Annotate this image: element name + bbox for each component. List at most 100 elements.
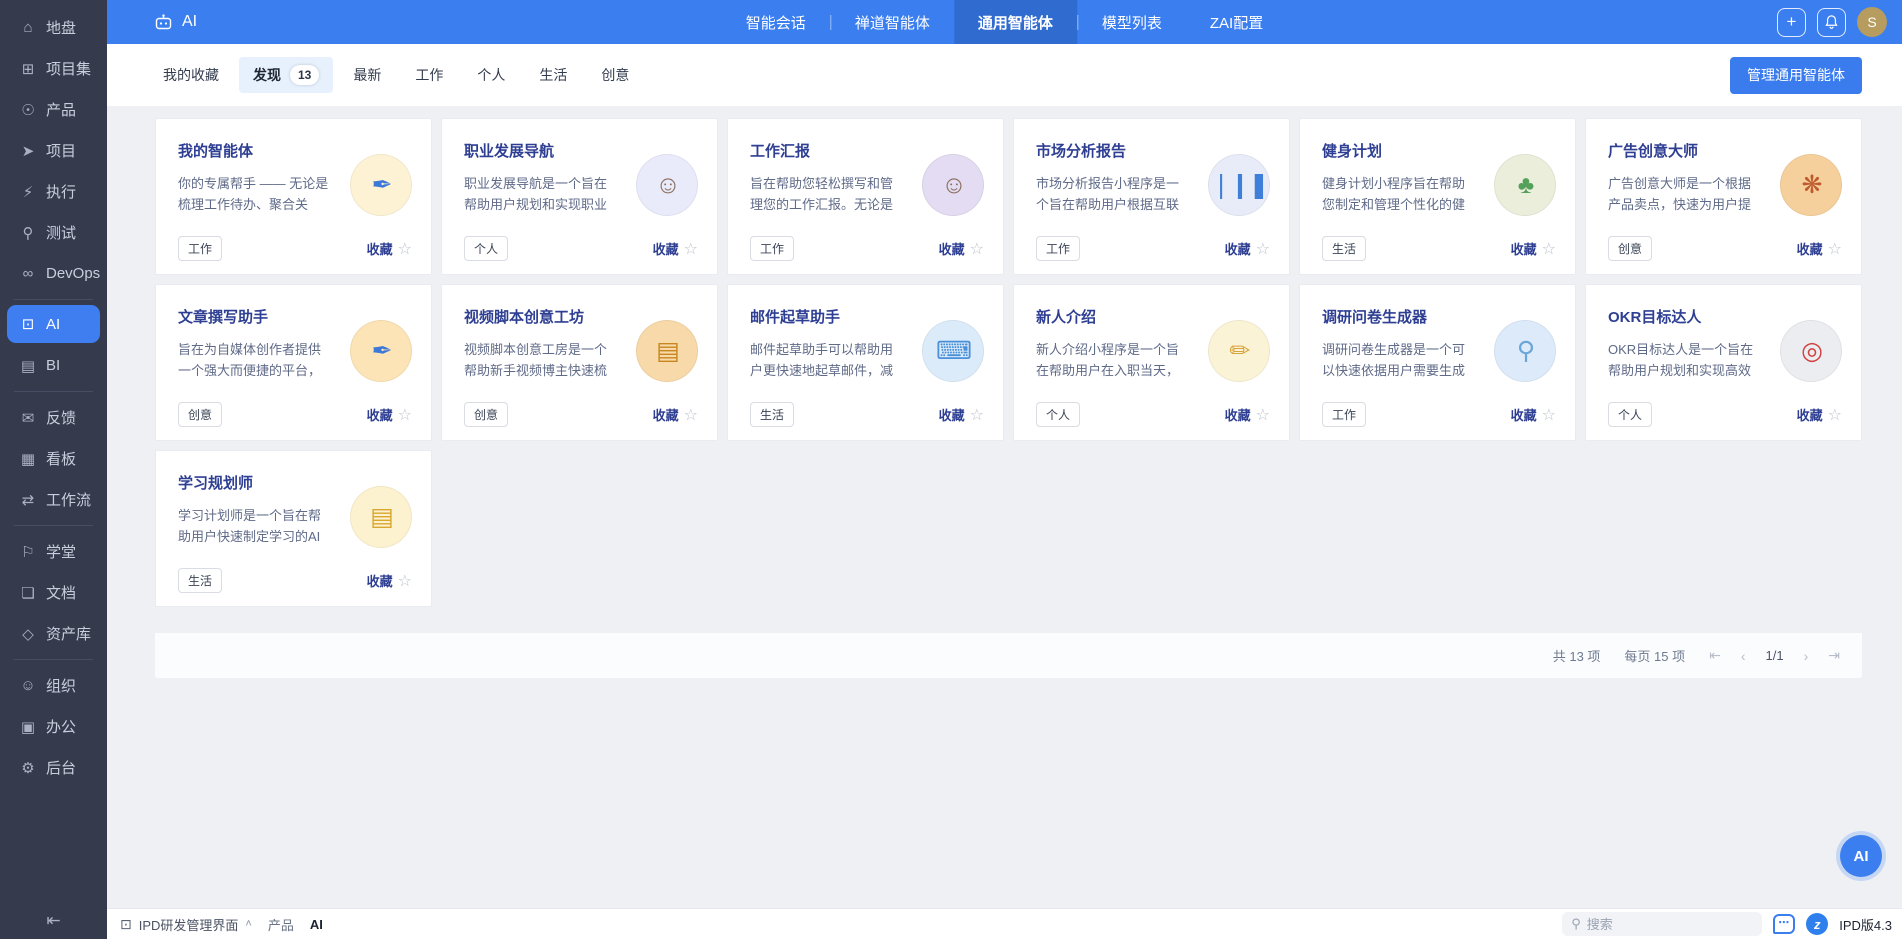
category-tag: 创意: [178, 402, 222, 427]
sidebar-item-product[interactable]: ☉ 产品: [0, 89, 107, 130]
star-icon: ☆: [1542, 405, 1556, 425]
category-tag: 工作: [750, 236, 794, 261]
sidebar-item-school[interactable]: ⚐ 学堂: [0, 531, 107, 572]
bottom-bar-right: ⚲ ⋯ z IPD版4.3: [1562, 912, 1892, 936]
filter-tab-personal[interactable]: 个人: [463, 57, 519, 93]
nav-tab-model-list[interactable]: 模型列表: [1078, 0, 1186, 44]
agent-card[interactable]: 广告创意大师 广告创意大师是一个根据产品卖点，快速为用户提供… ❋ 创意 收藏 …: [1585, 118, 1862, 275]
user-avatar[interactable]: S: [1857, 7, 1887, 37]
first-page-icon[interactable]: ⇤: [1709, 647, 1721, 664]
sidebar-divider: [14, 659, 93, 660]
filter-tab-life[interactable]: 生活: [525, 57, 581, 93]
chat-bubble-icon[interactable]: ⋯: [1773, 914, 1795, 934]
last-page-icon[interactable]: ⇥: [1828, 647, 1840, 664]
zentao-logo-icon[interactable]: z: [1806, 913, 1828, 935]
workspace-switcher[interactable]: ⊡ IPD研发管理界面 ˄: [120, 915, 252, 934]
filter-tab-latest[interactable]: 最新: [339, 57, 395, 93]
filter-tab-work[interactable]: 工作: [401, 57, 457, 93]
sidebar-item-workflow[interactable]: ⇄ 工作流: [0, 479, 107, 520]
search-box[interactable]: ⚲: [1562, 912, 1762, 936]
favorite-label: 收藏: [1511, 239, 1537, 258]
avatar-glyph: ✒: [372, 170, 391, 200]
sidebar-item-home[interactable]: ⌂ 地盘: [0, 7, 107, 48]
filter-tab-count-badge: 13: [290, 65, 319, 85]
workspace-label: IPD研发管理界面: [139, 915, 239, 934]
agent-card-footer: 创意 收藏 ☆: [178, 402, 412, 427]
next-page-icon[interactable]: ›: [1804, 648, 1809, 664]
favorite-button[interactable]: 收藏 ☆: [367, 239, 412, 259]
agent-card[interactable]: 新人介绍 新人介绍小程序是一个旨在帮助用户在入职当天，快… ✏ 个人 收藏 ☆: [1013, 284, 1290, 441]
agent-card-footer: 创意 收藏 ☆: [464, 402, 698, 427]
sidebar-item-execution[interactable]: ⚡ 执行: [0, 171, 107, 212]
favorite-button[interactable]: 收藏 ☆: [939, 405, 984, 425]
agent-card[interactable]: 健身计划 健身计划小程序旨在帮助您制定和管理个性化的健身… ♣ 生活 收藏 ☆: [1299, 118, 1576, 275]
nav-tab-smart-chat[interactable]: 智能会话: [722, 0, 830, 44]
agent-card[interactable]: 视频脚本创意工坊 视频脚本创意工房是一个帮助新手视频博主快速梳理… ▤ 创意 收…: [441, 284, 718, 441]
search-icon: ⚲: [1571, 916, 1581, 932]
sidebar-item-admin[interactable]: ⚙ 后台: [0, 747, 107, 788]
favorite-button[interactable]: 收藏 ☆: [1511, 239, 1556, 259]
sidebar-item-program[interactable]: ⊞ 项目集: [0, 48, 107, 89]
star-icon: ☆: [970, 405, 984, 425]
agent-card-footer: 工作 收藏 ☆: [1322, 402, 1556, 427]
favorite-button[interactable]: 收藏 ☆: [1797, 405, 1842, 425]
manage-agents-button[interactable]: 管理通用智能体: [1730, 57, 1862, 94]
per-page-selector[interactable]: 每页 15 项: [1624, 646, 1685, 665]
sidebar-item-devops[interactable]: ∞ DevOps: [0, 253, 107, 294]
sidebar-item-office[interactable]: ▣ 办公: [0, 706, 107, 747]
sidebar-item-org[interactable]: ☺ 组织: [0, 665, 107, 706]
agent-card[interactable]: 市场分析报告 市场分析报告小程序是一个旨在帮助用户根据互联网… ❘❙❚ 工作 收…: [1013, 118, 1290, 275]
nav-tab-general-agents[interactable]: 通用智能体: [954, 0, 1077, 44]
favorite-button[interactable]: 收藏 ☆: [1225, 239, 1270, 259]
avatar-initial: S: [1867, 14, 1876, 30]
bottom-menu-ai[interactable]: AI: [310, 917, 323, 932]
nav-tab-zai-config[interactable]: ZAI配置: [1186, 0, 1287, 44]
agent-card[interactable]: 文章撰写助手 旨在为自媒体创作者提供一个强大而便捷的平台，助… ✒ 创意 收藏 …: [155, 284, 432, 441]
sidebar-item-assets[interactable]: ◇ 资产库: [0, 613, 107, 654]
sidebar-collapse-button[interactable]: ⇤: [0, 911, 107, 931]
agent-card[interactable]: 学习规划师 学习计划师是一个旨在帮助用户快速制定学习的AI小… ▤ 生活 收藏 …: [155, 450, 432, 607]
filter-tab-discover[interactable]: 发现 13: [239, 57, 333, 93]
sidebar-item-ai[interactable]: ⊡ AI: [7, 305, 100, 343]
search-input[interactable]: [1587, 917, 1737, 932]
agent-card[interactable]: 工作汇报 旨在帮助您轻松撰写和管理您的工作汇报。无论是每… ☺ 工作 收藏 ☆: [727, 118, 1004, 275]
sidebar-item-kanban[interactable]: ▦ 看板: [0, 438, 107, 479]
sidebar-divider: [14, 299, 93, 300]
favorite-label: 收藏: [939, 405, 965, 424]
sidebar: ⌂ 地盘 ⊞ 项目集 ☉ 产品 ➤ 项目: [0, 0, 107, 939]
nav-tab-zentao-agents[interactable]: 禅道智能体: [831, 0, 954, 44]
agent-card[interactable]: 我的智能体 你的专属帮手 —— 无论是梳理工作待办、聚合关键… ✒ 工作 收藏 …: [155, 118, 432, 275]
sidebar-item-label: 测试: [46, 222, 76, 243]
favorite-button[interactable]: 收藏 ☆: [367, 571, 412, 591]
filter-tab-creative[interactable]: 创意: [587, 57, 643, 93]
sidebar-item-bi[interactable]: ▤ BI: [0, 345, 107, 386]
avatar-glyph: ▤: [370, 502, 392, 532]
filter-tab-favorites[interactable]: 我的收藏: [149, 57, 233, 93]
sidebar-item-docs[interactable]: ❏ 文档: [0, 572, 107, 613]
agent-card[interactable]: OKR目标达人 OKR目标达人是一个旨在帮助用户规划和实现高效目… ◎ 个人 收…: [1585, 284, 1862, 441]
star-icon: ☆: [684, 405, 698, 425]
favorite-button[interactable]: 收藏 ☆: [367, 405, 412, 425]
bottom-menu-product[interactable]: 产品: [268, 915, 294, 934]
favorite-button[interactable]: 收藏 ☆: [1797, 239, 1842, 259]
favorite-button[interactable]: 收藏 ☆: [939, 239, 984, 259]
agent-card[interactable]: 调研问卷生成器 调研问卷生成器是一个可以快速依据用户需要生成问… ⚲ 工作 收藏…: [1299, 284, 1576, 441]
favorite-button[interactable]: 收藏 ☆: [1225, 405, 1270, 425]
ai-floating-button[interactable]: AI: [1840, 835, 1882, 877]
favorite-button[interactable]: 收藏 ☆: [1511, 405, 1556, 425]
top-tab-label: 通用智能体: [978, 12, 1053, 33]
agent-card-footer: 工作 收藏 ☆: [1036, 236, 1270, 261]
notifications-button[interactable]: [1817, 8, 1846, 37]
avatar-glyph: ✒: [372, 336, 391, 366]
agent-card[interactable]: 邮件起草助手 邮件起草助手可以帮助用户更快速地起草邮件，减少… ⌨ 生活 收藏 …: [727, 284, 1004, 441]
sidebar-item-project[interactable]: ➤ 项目: [0, 130, 107, 171]
prev-page-icon[interactable]: ‹: [1741, 648, 1746, 664]
favorite-button[interactable]: 收藏 ☆: [653, 405, 698, 425]
add-button[interactable]: +: [1777, 8, 1806, 37]
agent-card[interactable]: 职业发展导航 职业发展导航是一个旨在帮助用户规划和实现职业目… ☺ 个人 收藏 …: [441, 118, 718, 275]
favorite-button[interactable]: 收藏 ☆: [653, 239, 698, 259]
sidebar-item-feedback[interactable]: ✉ 反馈: [0, 397, 107, 438]
current-page-indicator: 1/1: [1766, 648, 1784, 663]
version-label: IPD版4.3: [1839, 915, 1892, 934]
sidebar-item-test[interactable]: ⚲ 测试: [0, 212, 107, 253]
